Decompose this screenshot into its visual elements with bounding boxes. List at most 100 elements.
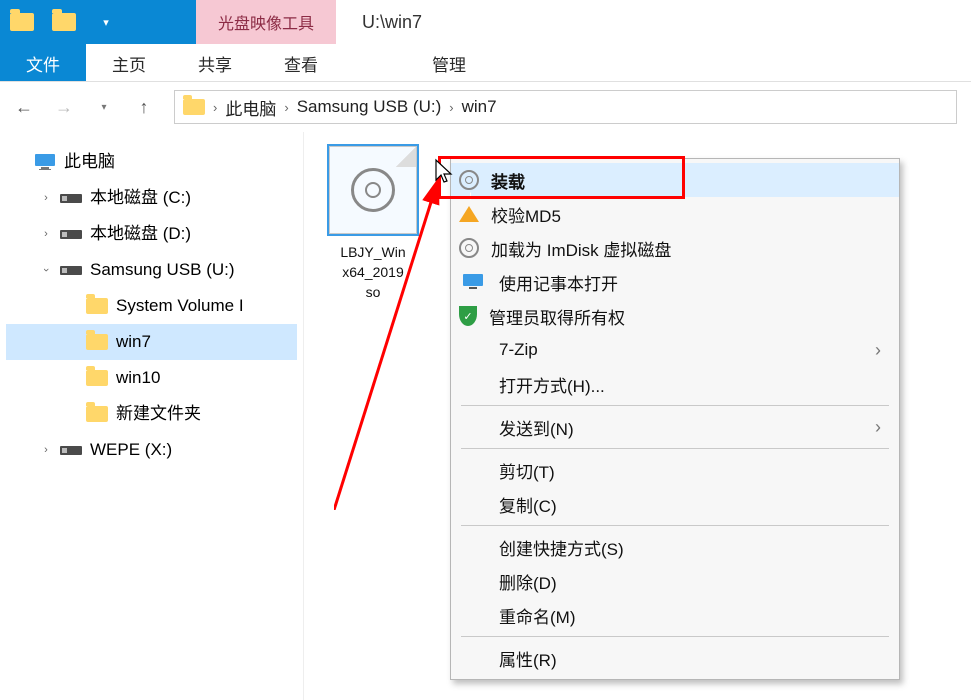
menu-label: 装载 [491, 168, 881, 193]
quick-access-toolbar: ▾ [0, 0, 196, 44]
tree-item-disk-u[interactable]: › Samsung USB (U:) [6, 252, 297, 288]
tree-root-this-pc[interactable]: 此电脑 [6, 144, 297, 180]
tree-item-newfolder[interactable]: 新建文件夹 [6, 396, 297, 432]
tree-item-win7[interactable]: win7 [6, 324, 297, 360]
menu-separator [461, 405, 889, 406]
contextual-tool-tab: 光盘映像工具 [196, 0, 336, 44]
breadcrumb-segment[interactable]: 此电脑 [225, 95, 276, 120]
breadcrumb-segment[interactable]: win7 [462, 97, 497, 117]
dropdown-icon[interactable]: ▾ [94, 10, 118, 34]
folder-icon [86, 298, 108, 314]
tree-label: 此电脑 [64, 148, 115, 176]
menu-7zip[interactable]: 7-Zip › [451, 333, 899, 367]
menu-delete[interactable]: 删除(D) [451, 564, 899, 598]
folder-icon [86, 370, 108, 386]
folder-icon[interactable] [52, 13, 76, 31]
tree-label: 新建文件夹 [116, 400, 201, 428]
tree-item-win10[interactable]: win10 [6, 360, 297, 396]
menu-open-with[interactable]: 打开方式(H)... [451, 367, 899, 401]
breadcrumb-bar[interactable]: › 此电脑 › Samsung USB (U:) › win7 [174, 90, 957, 124]
navigation-tree: 此电脑 › 本地磁盘 (C:) › 本地磁盘 (D:) › Samsung US… [0, 132, 304, 700]
file-name: LBJY_Win x64_2019 so [318, 242, 428, 302]
disk-icon [60, 441, 82, 459]
menu-label: 复制(C) [499, 492, 881, 517]
disk-icon [60, 189, 82, 207]
expand-caret[interactable]: › [40, 436, 52, 464]
context-menu: 装载 校验MD5 加载为 ImDisk 虚拟磁盘 使用记事本打开 管理员取得所有… [450, 158, 900, 680]
file-thumbnail [329, 146, 417, 234]
up-button[interactable]: ↑ [134, 97, 154, 117]
menu-label: 使用记事本打开 [499, 270, 881, 295]
tab-view[interactable]: 查看 [258, 44, 344, 81]
folder-icon [86, 406, 108, 422]
menu-md5[interactable]: 校验MD5 [451, 197, 899, 231]
blank-icon [459, 603, 487, 627]
menu-imdisk[interactable]: 加载为 ImDisk 虚拟磁盘 [451, 231, 899, 265]
menu-label: 加载为 ImDisk 虚拟磁盘 [491, 236, 881, 261]
chevron-right-icon: › [284, 100, 288, 115]
admin-shield-icon [459, 306, 477, 326]
menu-cut[interactable]: 剪切(T) [451, 453, 899, 487]
computer-icon [34, 153, 56, 171]
disk-icon [60, 225, 82, 243]
tree-label: 本地磁盘 (D:) [90, 220, 191, 248]
disc-icon [459, 170, 479, 190]
tree-item-disk-c[interactable]: › 本地磁盘 (C:) [6, 180, 297, 216]
expand-caret[interactable]: › [32, 264, 60, 276]
menu-label: 属性(R) [499, 646, 881, 671]
menu-copy[interactable]: 复制(C) [451, 487, 899, 521]
history-dropdown[interactable]: ▾ [94, 97, 114, 117]
tree-item-disk-d[interactable]: › 本地磁盘 (D:) [6, 216, 297, 252]
warning-shield-icon [459, 206, 479, 222]
tab-home[interactable]: 主页 [86, 44, 172, 81]
menu-properties[interactable]: 属性(R) [451, 641, 899, 675]
menu-label: 管理员取得所有权 [489, 304, 881, 329]
menu-label: 剪切(T) [499, 458, 881, 483]
ribbon-tabs: 文件 主页 共享 查看 管理 [0, 44, 971, 82]
navigation-bar: ← → ▾ ↑ › 此电脑 › Samsung USB (U:) › win7 [0, 82, 971, 132]
disc-icon [351, 168, 395, 212]
forward-button[interactable]: → [54, 97, 74, 117]
chevron-right-icon: › [449, 100, 453, 115]
folder-icon[interactable] [10, 13, 34, 31]
tab-file[interactable]: 文件 [0, 44, 86, 81]
menu-label: 重命名(M) [499, 603, 881, 628]
menu-send-to[interactable]: 发送到(N) › [451, 410, 899, 444]
expand-caret[interactable]: › [40, 184, 52, 212]
menu-rename[interactable]: 重命名(M) [451, 598, 899, 632]
blank-icon [459, 458, 487, 482]
title-bar: ▾ 光盘映像工具 U:\win7 [0, 0, 971, 44]
menu-create-shortcut[interactable]: 创建快捷方式(S) [451, 530, 899, 564]
menu-notepad[interactable]: 使用记事本打开 [451, 265, 899, 299]
menu-label: 发送到(N) [499, 415, 863, 440]
chevron-right-icon: › [213, 100, 217, 115]
monitor-icon [459, 270, 487, 294]
tree-label: win10 [116, 364, 160, 392]
tree-label: System Volume I [116, 292, 244, 320]
folder-icon [86, 334, 108, 350]
tree-label: Samsung USB (U:) [90, 256, 235, 284]
menu-admin-own[interactable]: 管理员取得所有权 [451, 299, 899, 333]
menu-mount[interactable]: 装载 [451, 163, 899, 197]
file-iso[interactable]: LBJY_Win x64_2019 so [318, 146, 428, 302]
back-button[interactable]: ← [14, 97, 34, 117]
folder-icon [183, 99, 205, 115]
menu-label: 创建快捷方式(S) [499, 535, 881, 560]
window-title: U:\win7 [336, 0, 448, 44]
menu-separator [461, 636, 889, 637]
tree-item-disk-x[interactable]: › WEPE (X:) [6, 432, 297, 468]
tab-share[interactable]: 共享 [172, 44, 258, 81]
breadcrumb-segment[interactable]: Samsung USB (U:) [297, 97, 442, 117]
submenu-arrow-icon: › [875, 417, 881, 438]
blank-icon [459, 535, 487, 559]
tab-manage[interactable]: 管理 [406, 44, 492, 81]
menu-label: 校验MD5 [491, 202, 881, 227]
disc-icon [459, 238, 479, 258]
blank-icon [459, 372, 487, 396]
expand-caret[interactable]: › [40, 220, 52, 248]
tree-item-sysvol[interactable]: System Volume I [6, 288, 297, 324]
menu-label: 打开方式(H)... [499, 372, 881, 397]
tree-label: 本地磁盘 (C:) [90, 184, 191, 212]
menu-label: 删除(D) [499, 569, 881, 594]
blank-icon [459, 492, 487, 516]
